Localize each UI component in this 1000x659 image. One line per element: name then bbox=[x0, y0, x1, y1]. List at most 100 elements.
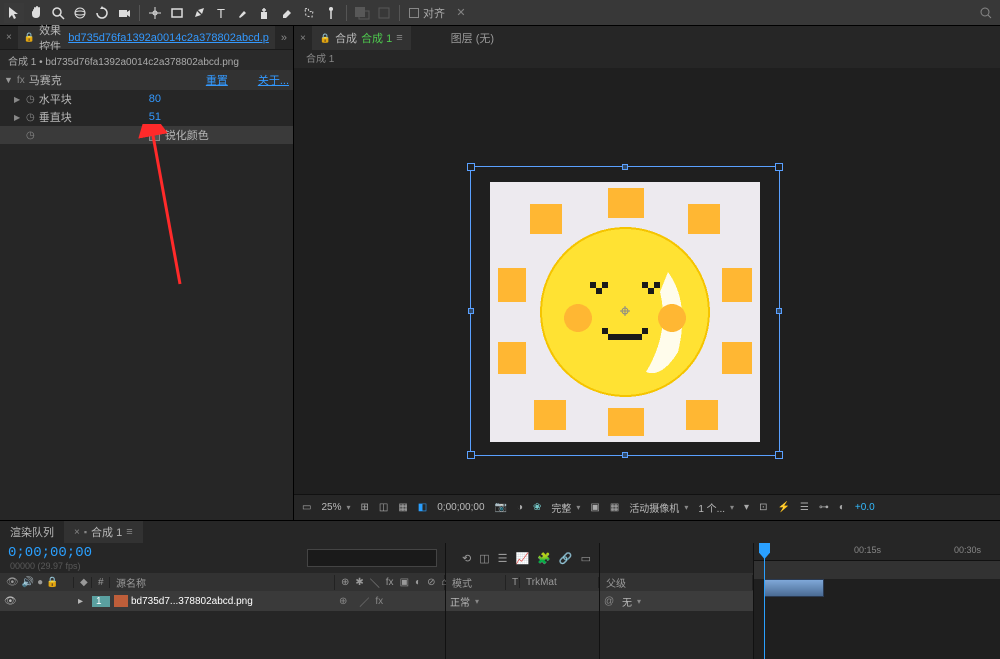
flowchart-icon[interactable]: ⊶ bbox=[819, 502, 829, 513]
grid-icon[interactable]: ▦ bbox=[398, 502, 407, 513]
stopwatch-icon[interactable]: ◷ bbox=[26, 94, 35, 105]
handle-tl[interactable] bbox=[467, 163, 475, 171]
zoom-dropdown[interactable]: 25% bbox=[321, 502, 350, 513]
layer-row-1[interactable]: 👁 ▸ 1 bd735d7...378802abcd.png ⊕／fx bbox=[0, 591, 445, 611]
timeline-tracks[interactable]: 00:15s 00:30s 01:45s 01:00s bbox=[754, 543, 1000, 659]
close-icon[interactable]: × bbox=[74, 527, 80, 538]
playhead[interactable] bbox=[764, 543, 765, 659]
twirl-icon[interactable]: ▶ bbox=[14, 95, 22, 104]
close-icon[interactable]: × bbox=[294, 33, 312, 44]
reset-link[interactable]: 重置 bbox=[206, 72, 228, 88]
zoom-tool[interactable] bbox=[48, 3, 68, 23]
pickwhip-icon[interactable]: @ bbox=[600, 596, 618, 607]
about-link[interactable]: 关于... bbox=[258, 72, 289, 88]
sharpen-checkbox[interactable]: ✓ bbox=[149, 130, 160, 141]
roi-icon[interactable]: ▣ bbox=[590, 502, 599, 513]
tab-filename[interactable]: bd735d76fa1392a0014c2a378802abcd.p bbox=[68, 32, 269, 44]
twirl-icon[interactable]: ▼ bbox=[4, 75, 13, 85]
roto-tool[interactable] bbox=[299, 3, 319, 23]
brainstorm-icon[interactable]: 🧩 bbox=[537, 552, 551, 565]
quality-dropdown[interactable]: 完整 bbox=[551, 500, 580, 515]
mask-icon[interactable]: ◧ bbox=[418, 502, 427, 513]
transparency-icon[interactable]: ▦ bbox=[610, 502, 619, 513]
rect-tool[interactable] bbox=[167, 3, 187, 23]
view-opts-icon[interactable]: ▾ bbox=[744, 502, 749, 513]
footer-timecode[interactable]: 0;00;00;00 bbox=[437, 502, 484, 513]
views-dropdown[interactable]: 1 个... bbox=[698, 500, 734, 515]
fast-preview-icon[interactable]: ⚡ bbox=[777, 502, 789, 513]
brush-tool[interactable] bbox=[233, 3, 253, 23]
snapshot-icon[interactable]: 📷 bbox=[495, 502, 507, 513]
reset-exposure-icon[interactable]: ◐ bbox=[839, 502, 845, 513]
snap-toggle[interactable]: 对齐 bbox=[409, 5, 445, 21]
selection-tool[interactable] bbox=[4, 3, 24, 23]
fill-swatch[interactable] bbox=[352, 3, 372, 23]
shy-icon[interactable]: ⟲ bbox=[462, 552, 471, 565]
pen-tool[interactable] bbox=[189, 3, 209, 23]
handle-t[interactable] bbox=[622, 164, 628, 170]
source-header[interactable]: 源名称 bbox=[110, 575, 335, 590]
graph-icon[interactable]: 📈 bbox=[515, 552, 529, 565]
rotate-tool[interactable] bbox=[92, 3, 112, 23]
stopwatch-icon[interactable]: ◷ bbox=[26, 130, 35, 141]
comp-tab[interactable]: 🔒 合成 合成 1 ≡ bbox=[312, 26, 411, 50]
safe-zones-icon[interactable]: ◫ bbox=[379, 502, 388, 513]
speaker-icon[interactable]: 🔊 bbox=[22, 577, 34, 588]
frame-blend-icon[interactable]: ◫ bbox=[479, 552, 489, 565]
handle-l[interactable] bbox=[468, 308, 474, 314]
current-timecode[interactable]: 0;00;00;00 bbox=[8, 545, 92, 561]
anchor-point-icon[interactable] bbox=[620, 306, 630, 316]
color-mgmt-icon[interactable]: ❀ bbox=[533, 502, 541, 513]
stroke-swatch[interactable] bbox=[374, 3, 394, 23]
markers-icon[interactable]: ▭ bbox=[581, 552, 591, 565]
clone-tool[interactable] bbox=[255, 3, 275, 23]
show-channel-icon[interactable]: ◑ bbox=[517, 502, 523, 513]
twirl-icon[interactable]: ▸ bbox=[78, 596, 83, 607]
orbit-tool[interactable] bbox=[70, 3, 90, 23]
handle-r[interactable] bbox=[776, 308, 782, 314]
layer-name[interactable]: bd735d7...378802abcd.png bbox=[131, 596, 253, 607]
motion-blur-icon[interactable]: ☰ bbox=[498, 552, 508, 565]
lock-col-icon[interactable]: 🔒 bbox=[46, 577, 58, 588]
handle-b[interactable] bbox=[622, 452, 628, 458]
eye-toggle[interactable]: 👁 bbox=[4, 596, 17, 607]
camera-dropdown[interactable]: 活动摄像机 bbox=[629, 500, 688, 515]
timeline-icon[interactable]: ☰ bbox=[800, 502, 809, 513]
layer-bounding-box[interactable] bbox=[470, 166, 780, 456]
eraser-tool[interactable] bbox=[277, 3, 297, 23]
viewer-breadcrumb[interactable]: 合成 1 bbox=[294, 50, 1000, 68]
search-icon[interactable] bbox=[976, 3, 996, 23]
anchor-tool[interactable] bbox=[145, 3, 165, 23]
v-value[interactable]: 51 bbox=[149, 111, 161, 123]
text-tool[interactable]: T bbox=[211, 3, 231, 23]
blend-mode-dropdown[interactable]: 正常 bbox=[446, 594, 506, 609]
draft3d-icon[interactable]: 🔗 bbox=[559, 552, 573, 565]
close-icon[interactable]: × bbox=[0, 32, 18, 43]
timeline-comp-tab[interactable]: × ▪ 合成 1 ≡ bbox=[64, 521, 143, 543]
exposure-value[interactable]: +0.0 bbox=[855, 502, 875, 513]
puppet-tool[interactable] bbox=[321, 3, 341, 23]
render-queue-tab[interactable]: 渲染队列 bbox=[0, 521, 64, 543]
eye-icon[interactable]: 👁 bbox=[6, 577, 19, 588]
stopwatch-icon[interactable]: ◷ bbox=[26, 112, 35, 123]
handle-bl[interactable] bbox=[467, 451, 475, 459]
mag-icon[interactable]: ▭ bbox=[302, 502, 311, 513]
hand-tool[interactable] bbox=[26, 3, 46, 23]
effects-tab[interactable]: 🔒 效果控件 bd735d76fa1392a0014c2a378802abcd.… bbox=[18, 26, 275, 49]
time-ruler[interactable]: 00:15s 00:30s 01:45s 01:00s bbox=[754, 543, 1000, 561]
layer-bar[interactable] bbox=[764, 579, 824, 597]
timeline-search-input[interactable] bbox=[307, 549, 437, 567]
handle-tr[interactable] bbox=[775, 163, 783, 171]
layer-dropdown[interactable]: 图层 (无) bbox=[451, 30, 494, 46]
twirl-icon[interactable]: ▶ bbox=[14, 113, 22, 122]
resolution-icon[interactable]: ⊞ bbox=[360, 502, 368, 513]
effect-header[interactable]: ▼ fx 马赛克 重置 关于... bbox=[0, 70, 293, 90]
composition-viewer[interactable] bbox=[294, 68, 1000, 494]
pixel-aspect-icon[interactable]: ⊡ bbox=[759, 502, 767, 513]
camera-tool[interactable] bbox=[114, 3, 134, 23]
h-value[interactable]: 80 bbox=[149, 93, 161, 105]
parent-dropdown[interactable]: 无 bbox=[618, 594, 753, 609]
panel-menu-icon[interactable]: » bbox=[275, 32, 293, 44]
handle-br[interactable] bbox=[775, 451, 783, 459]
solo-icon[interactable]: ● bbox=[37, 577, 43, 588]
